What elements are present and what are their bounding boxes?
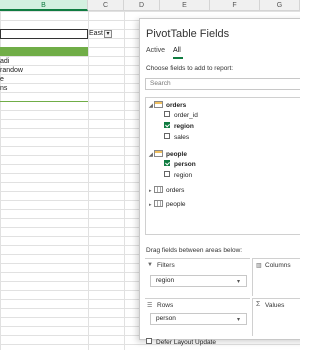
filters-field-region[interactable]: region ▾ (150, 275, 247, 287)
field-list: ◢ orders order_id region sales ◢ people pe… (145, 97, 300, 235)
tab-all[interactable]: All (173, 47, 181, 54)
chevron-down-icon[interactable]: ▾ (237, 315, 240, 325)
checkbox-checked[interactable] (164, 122, 170, 129)
filter-value-cell[interactable]: East (89, 30, 103, 38)
drag-fields-label: Drag fields between areas below: (146, 247, 243, 254)
field-sales[interactable]: sales (164, 133, 189, 142)
table-people-collapsed[interactable]: ▸ people (149, 199, 186, 210)
sigma-icon: Σ (256, 301, 261, 308)
defer-layout-update[interactable]: Defer Layout Update (146, 338, 216, 346)
field-order-id[interactable]: order_id (164, 111, 198, 120)
chevron-down-icon[interactable]: ▾ (237, 277, 240, 287)
column-header-g[interactable]: G (260, 0, 300, 11)
pivot-row-item[interactable]: randow (0, 66, 23, 75)
selected-cell[interactable] (0, 29, 88, 39)
field-person[interactable]: person (164, 160, 196, 169)
table-orders-collapsed[interactable]: ▸ orders (149, 185, 184, 196)
filter-dropdown-icon[interactable]: ▾ (104, 30, 112, 38)
search-input[interactable]: Search (145, 78, 300, 90)
excel-window: B C D E F G East ▾ adi randow e ns Pivot… (0, 0, 300, 350)
grid-line (88, 11, 89, 350)
pivot-total-line (0, 101, 88, 102)
filter-icon: ▼ (147, 262, 153, 268)
pivot-row-item[interactable]: adi (0, 57, 9, 66)
pivot-row-item[interactable]: e (0, 75, 4, 84)
table-icon (154, 149, 163, 157)
tab-underline (173, 57, 183, 59)
checkbox[interactable] (146, 338, 152, 345)
column-header-c[interactable]: C (88, 0, 124, 11)
grid-line (124, 11, 125, 350)
column-header-e[interactable]: E (160, 0, 210, 11)
checkbox[interactable] (164, 171, 170, 178)
filters-area[interactable]: ▼ Filters region ▾ (145, 258, 250, 296)
pivottable-fields-pane: PivotTable Fields Active All Choose fiel… (139, 18, 300, 346)
pane-title: PivotTable Fields (146, 28, 230, 40)
choose-fields-label: Choose fields to add to report: (146, 65, 234, 72)
rows-field-person[interactable]: person ▾ (150, 313, 247, 325)
checkbox[interactable] (164, 111, 170, 118)
pivot-header-row (0, 47, 88, 56)
values-area[interactable]: Σ Values (252, 298, 300, 336)
table-orders[interactable]: ◢ orders (149, 100, 186, 111)
checkbox-checked[interactable] (164, 160, 170, 167)
table-people[interactable]: ◢ people (149, 149, 187, 160)
columns-icon: ▥ (256, 263, 262, 269)
rows-area[interactable]: ☰ Rows person ▾ (145, 298, 250, 336)
field-people-region[interactable]: region (164, 171, 192, 180)
column-header-d[interactable]: D (124, 0, 160, 11)
checkbox[interactable] (164, 133, 170, 140)
pivot-row-item[interactable]: ns (0, 84, 7, 93)
field-region[interactable]: region (164, 122, 194, 131)
table-icon (154, 199, 163, 207)
table-icon (154, 185, 163, 193)
columns-area[interactable]: ▥ Columns (252, 258, 300, 296)
table-icon (154, 100, 163, 108)
column-header-f[interactable]: F (210, 0, 260, 11)
rows-icon: ☰ (147, 303, 153, 309)
column-header-b[interactable]: B (0, 0, 88, 11)
tab-active[interactable]: Active (146, 47, 165, 54)
